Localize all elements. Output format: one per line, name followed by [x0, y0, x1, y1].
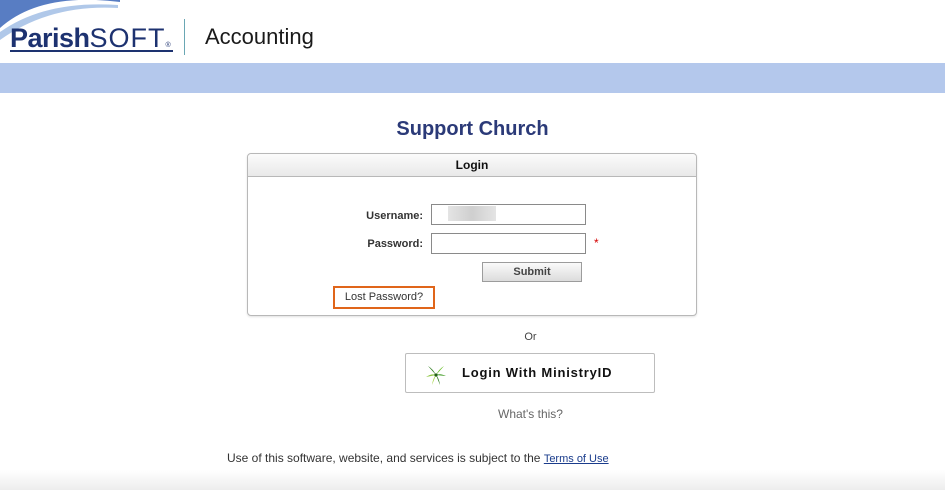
- login-with-ministryid-button[interactable]: Login With MinistryID: [405, 353, 655, 393]
- username-label: Username:: [366, 210, 423, 222]
- logo-registered-mark: ®: [165, 42, 171, 49]
- terms-notice: Use of this software, website, and servi…: [227, 451, 609, 467]
- header-band: [0, 63, 945, 93]
- terms-of-use-link[interactable]: Terms of Use: [544, 453, 609, 465]
- login-page: ParishSOFT® Accounting Support Church Lo…: [0, 0, 945, 490]
- logo-parish-text: Parish: [10, 23, 90, 53]
- church-name: Support Church: [396, 118, 549, 140]
- app-title: Accounting: [205, 24, 314, 49]
- password-label: Password:: [367, 238, 423, 250]
- whats-this-link[interactable]: What's this?: [0, 407, 945, 421]
- username-redacted-value: [448, 206, 496, 221]
- logo-underline: [10, 50, 173, 52]
- logo-soft-text: SOFT: [89, 23, 166, 53]
- parishsoft-logo: ParishSOFT®: [10, 20, 175, 56]
- required-indicator: *: [594, 236, 599, 250]
- or-separator: Or: [524, 331, 537, 343]
- lost-password-link[interactable]: Lost Password?: [333, 286, 435, 309]
- password-input[interactable]: [431, 233, 586, 254]
- app-header: ParishSOFT® Accounting: [0, 0, 945, 63]
- terms-notice-text: Use of this software, website, and servi…: [227, 451, 544, 465]
- ministryid-button-label: Login With MinistryID: [462, 365, 613, 380]
- ministryid-leaf-icon: [426, 366, 446, 385]
- header-divider: [184, 19, 185, 55]
- login-panel-heading: Login: [248, 154, 696, 177]
- submit-button[interactable]: Submit: [482, 262, 582, 282]
- bottom-fade: [0, 470, 945, 490]
